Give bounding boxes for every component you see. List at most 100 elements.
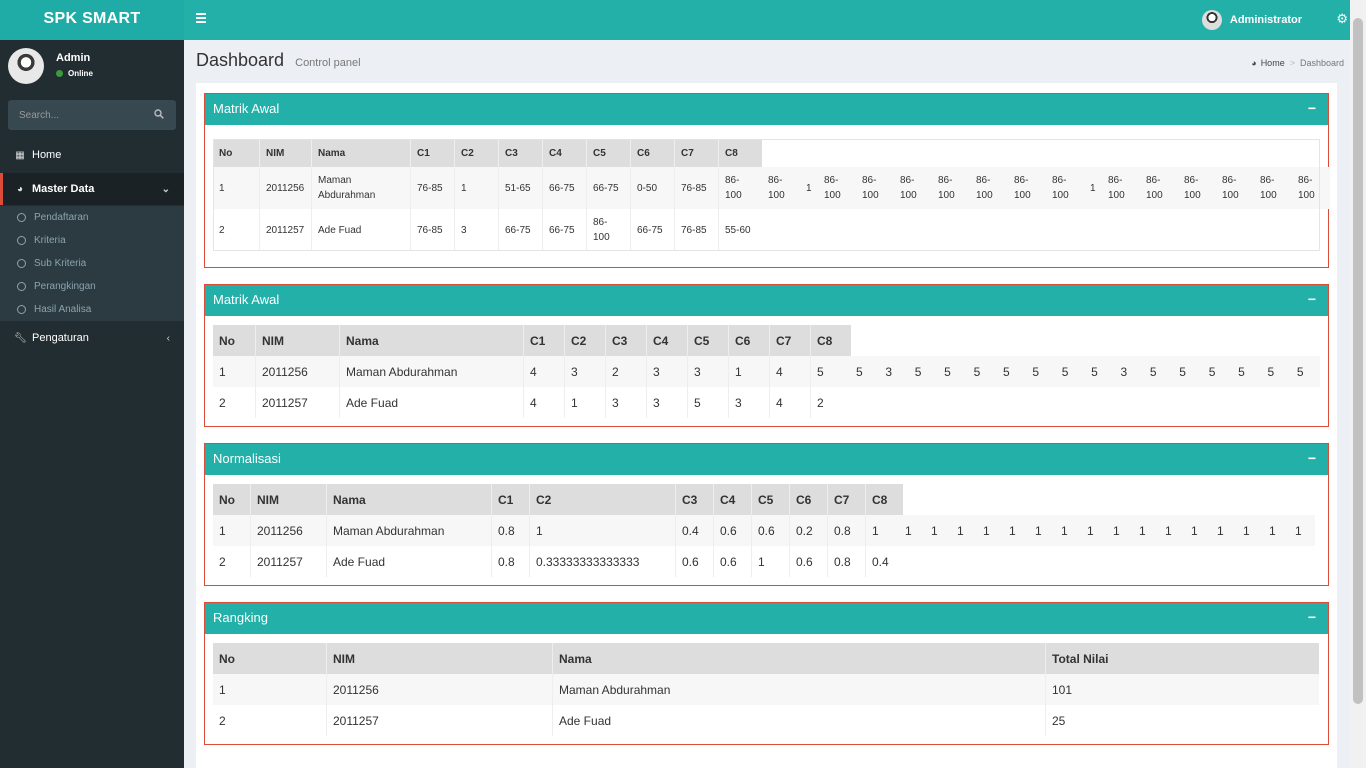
table-header-cell: C6 [630,139,674,167]
table-header-cell: No [219,492,235,507]
collapse-icon[interactable]: − [1308,603,1316,632]
table-cell: 3 [728,387,769,418]
page-subtitle: Control panel [295,57,361,69]
table-cell: 3 [564,356,605,387]
table-cell: 4 [523,356,564,387]
breadcrumb-home[interactable]: Home [1261,58,1285,68]
table-cell: 3 [646,387,687,418]
sidebar-item-label: Pengaturan [32,332,89,344]
menu-toggle-icon[interactable] [196,13,206,25]
table-cell: 1 [564,387,605,418]
table-header-cell: NIM [259,139,311,167]
status-label: Online [68,69,93,78]
table-cell: 1 [905,523,912,538]
avatar [1201,10,1222,30]
table-cell: 4 [523,387,564,418]
table-cell: 76-85 [674,167,718,209]
page-scrollbar[interactable] [1350,0,1366,768]
sidebar-item-kriteria[interactable]: Kriteria [0,229,184,252]
box-title: Normalisasi [213,451,281,466]
table-header-row: No NIM Nama Total Nilai [213,643,1319,674]
table-cell: 5 [944,364,951,379]
table-cell: 0.4 [675,515,713,546]
user-menu[interactable]: Administrator [1201,10,1302,30]
table-cell: 86-100 [1014,175,1031,201]
content-header: Dashboard Control panel [196,50,361,71]
table-cell: 86-100 [938,175,955,201]
chevron-left-icon: ‹ [166,332,170,344]
page-title: Dashboard [196,50,285,70]
table-cell: 2 [219,224,225,236]
user-panel: Admin Online [0,40,184,94]
table-row: 2 2011257 Ade Fuad 0.8 0.33333333333333 0.6 0.… [213,546,903,577]
table-header-cell: NIM [255,325,339,356]
table-cell: 3 [454,209,498,251]
table-cell: 3 [687,356,728,387]
app-logo[interactable]: SPK SMART [0,0,184,40]
sidebar-item-label: Kriteria [34,235,66,246]
sidebar-item-pendaftaran[interactable]: Pendaftaran [0,206,184,229]
sidebar-item-pengaturan[interactable]: 🔧︎ Pengaturan ‹ [0,322,184,354]
table-cell: Maman Abdurahman [339,356,523,387]
table-cell: 1 [1295,523,1302,538]
wrench-icon: 🔧︎ [14,332,27,344]
collapse-icon[interactable]: − [1308,94,1316,123]
table-cell: 1 [1009,523,1016,538]
table-cell: 1 [1191,523,1198,538]
sidebar-item-label: Sub Kriteria [34,258,87,269]
collapse-icon[interactable]: − [1308,285,1316,314]
table-cell: 2011256 [326,674,552,705]
table-cell: 66-75 [542,209,586,251]
table-cell: 3 [605,387,646,418]
box-header: Normalisasi − [205,444,1328,475]
sidebar-item-sub-kriteria[interactable]: Sub Kriteria [0,252,184,275]
table-cell: 51-65 [498,167,542,209]
table-cell: 5 [1002,364,1010,379]
table-row: 1 2011256 Maman Abdurahman 0.8 1 0.4 0.6 0.6 0.2… [213,515,903,546]
table-cell: Ade Fuad [552,705,1045,736]
user-menu-label: Administrator [1229,14,1302,26]
table-header-cell: C1 [410,139,454,167]
table-cell: 2011257 [255,387,339,418]
table-cell: 0.6 [789,546,827,577]
table-cell: 1 [931,523,938,538]
sidebar-item-master-data[interactable]: ◕ Master Data ⌄ [0,173,184,205]
search-input[interactable] [8,100,148,130]
table-header-cell: No [219,333,235,348]
table-header-cell: C4 [713,484,751,515]
circle-icon [17,282,26,291]
table-cell: 1 [1269,523,1276,538]
table-header-row: No NIM Nama C1 C2 C3 C4 C5 C6 C7 C8 [213,484,903,515]
table-cell: 0.8 [827,515,865,546]
table-cell: 1 [806,182,812,194]
table-header-row: No NIM Nama C1 C2 C3 C4 C5 C6 C7 C8 [213,139,762,167]
table-overflow-row: 1 1 1 1 1 1 1 1 1 1 1 1 1 1 1 1 [899,515,1315,546]
matrik-awal-box-2: Matrik Awal − No NIM Nama C1 C2 C3 C4 C5 C6 C7 C8 1… [204,284,1329,427]
table-header-cell: C8 [718,139,762,167]
table-cell: 2011257 [259,209,311,251]
table-header-cell: C2 [564,325,605,356]
table-cell: 1 [529,515,675,546]
search-icon[interactable] [154,109,164,119]
table-cell: 1 [219,523,226,538]
table-cell: 5 [973,364,981,379]
table-header-cell: C3 [498,139,542,167]
table-cell: 2 [219,554,226,569]
table-cell: 101 [1045,674,1319,705]
table-cell: 3 [1120,364,1128,379]
table-cell: 5 [1061,364,1069,379]
table-cell: 1 [983,523,990,538]
sidebar-item-hasil-analisa[interactable]: Hasil Analisa [0,298,184,321]
scrollbar-thumb[interactable] [1353,18,1363,704]
sidebar-item-perangkingan[interactable]: Perangkingan [0,275,184,298]
table-cell: 2 [810,387,851,418]
avatar [8,48,44,84]
table-cell: 0.2 [789,515,827,546]
table-cell: 5 [687,387,728,418]
table-cell: 3 [885,364,893,379]
gears-icon[interactable]: ⚙ [1336,11,1348,27]
sidebar-item-home[interactable]: ▦ Home [0,139,184,171]
table-cell: 86-100 [900,175,917,201]
collapse-icon[interactable]: − [1308,444,1316,473]
table-row: 1 2011256 Maman Abdurahman 4 3 2 3 3 1 4 5 [213,356,851,387]
